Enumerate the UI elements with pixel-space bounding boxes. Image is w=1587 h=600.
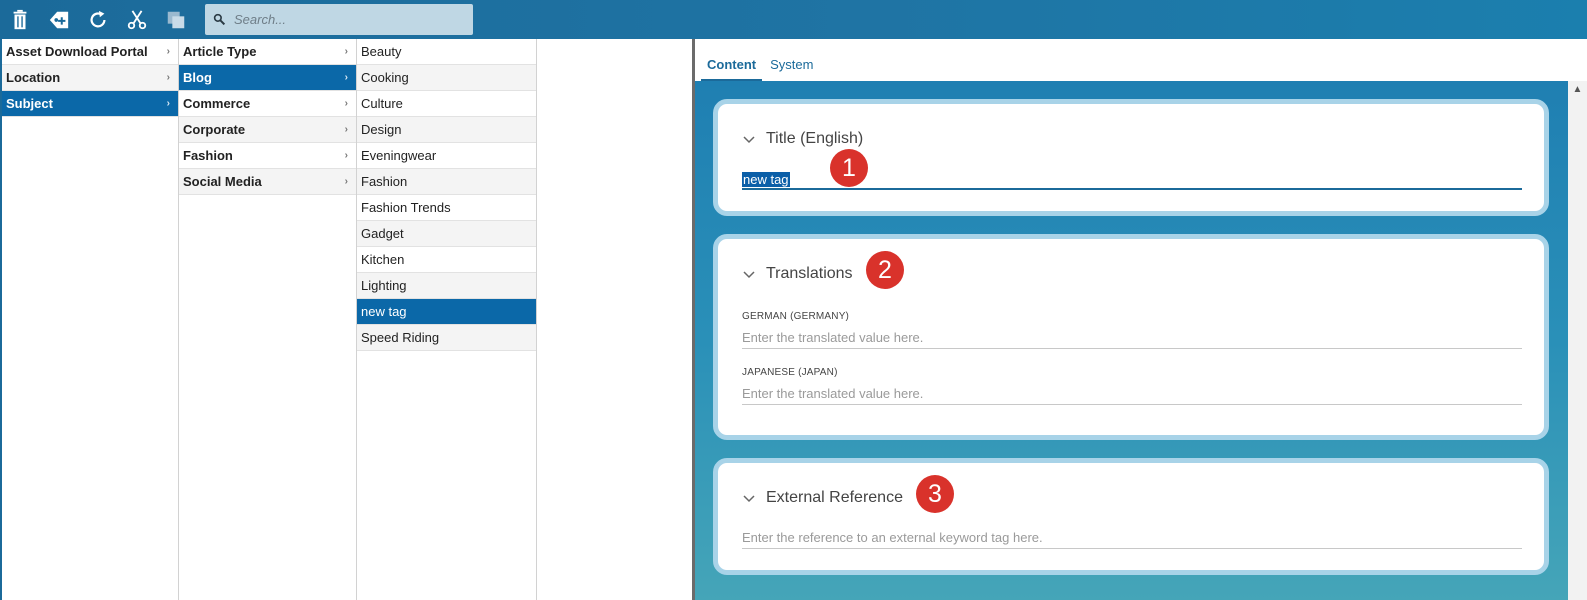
title-card: Title (English) 1 new tag (713, 99, 1549, 216)
column-item[interactable]: Design (357, 117, 536, 143)
chevron-right-icon: › (166, 46, 170, 57)
copy-icon (167, 11, 184, 28)
title-value[interactable]: new tag (742, 172, 790, 187)
german-field[interactable]: Enter the translated value here. (742, 327, 1522, 349)
step-badge: 2 (866, 251, 904, 289)
external-reference-placeholder: Enter the reference to an external keywo… (742, 530, 1043, 545)
japanese-field[interactable]: Enter the translated value here. (742, 383, 1522, 405)
column-item[interactable]: Fashion › (179, 143, 356, 169)
chevron-right-icon: › (344, 98, 348, 109)
column-item[interactable]: Fashion (357, 169, 536, 195)
column-subject: Article Type › Blog › Commerce › Corpora… (179, 39, 357, 600)
chevron-right-icon: › (344, 176, 348, 187)
delete-button[interactable] (0, 0, 39, 39)
add-tag-button[interactable] (39, 0, 78, 39)
chevron-right-icon: › (344, 124, 348, 135)
column-item[interactable]: Cooking (357, 65, 536, 91)
chevron-down-icon (743, 136, 755, 144)
tag-editor-panel: Content System Title (English) 1 new tag (692, 39, 1587, 600)
external-reference-card-heading: External Reference (766, 489, 903, 506)
tab-content[interactable]: Content (701, 57, 763, 81)
japanese-label: JAPANESE (JAPAN) (742, 367, 838, 378)
column-item[interactable]: Subject › (2, 91, 178, 117)
refresh-button[interactable] (78, 0, 117, 39)
editor-content: Title (English) 1 new tag Translations 2… (695, 81, 1587, 600)
column-item[interactable]: Location › (2, 65, 178, 91)
column-item[interactable]: Culture (357, 91, 536, 117)
column-item[interactable]: Fashion Trends (357, 195, 536, 221)
column-empty (537, 39, 692, 600)
add-tag-icon (49, 11, 68, 28)
column-item[interactable]: Kitchen (357, 247, 536, 273)
column-item[interactable]: Beauty (357, 39, 536, 65)
japanese-placeholder: Enter the translated value here. (742, 386, 924, 401)
title-card-heading: Title (English) (766, 130, 864, 147)
chevron-right-icon: › (166, 98, 170, 109)
column-blog: Beauty Cooking Culture Design Eveningwea… (357, 39, 537, 600)
column-item[interactable]: Lighting (357, 273, 536, 299)
refresh-icon (90, 10, 106, 27)
chevron-down-icon (743, 271, 755, 279)
translations-card-header[interactable]: Translations (742, 265, 853, 283)
toolbar (0, 0, 1587, 39)
chevron-right-icon: › (344, 72, 348, 83)
cut-icon (127, 9, 146, 29)
column-item[interactable]: Corporate › (179, 117, 356, 143)
external-reference-card: External Reference 3 Enter the reference… (713, 458, 1549, 575)
tab-system[interactable]: System (764, 57, 819, 81)
title-field[interactable]: new tag (742, 168, 1522, 190)
column-item[interactable]: Speed Riding (357, 325, 536, 351)
search-input[interactable] (234, 12, 454, 27)
search-box[interactable] (205, 4, 473, 35)
trash-icon (13, 9, 26, 29)
column-item[interactable]: Asset Download Portal › (2, 39, 178, 65)
chevron-down-icon (743, 495, 755, 503)
translations-card-heading: Translations (766, 265, 853, 282)
scrollbar[interactable]: ▲ (1568, 81, 1587, 600)
translations-card: Translations 2 GERMAN (GERMANY) Enter th… (713, 234, 1549, 440)
column-item[interactable]: Blog › (179, 65, 356, 91)
column-item[interactable]: Commerce › (179, 91, 356, 117)
external-reference-field[interactable]: Enter the reference to an external keywo… (742, 527, 1522, 549)
cut-button[interactable] (117, 0, 156, 39)
column-item[interactable]: Gadget (357, 221, 536, 247)
column-item[interactable]: new tag (357, 299, 536, 325)
chevron-right-icon: › (344, 46, 348, 57)
scroll-up-icon[interactable]: ▲ (1572, 85, 1583, 95)
title-card-header[interactable]: Title (English) (742, 130, 863, 148)
column-item[interactable]: Eveningwear (357, 143, 536, 169)
step-badge: 3 (916, 475, 954, 513)
tab-bar: Content System (695, 39, 1587, 81)
column-item[interactable]: Social Media › (179, 169, 356, 195)
search-icon (213, 13, 226, 26)
column-item[interactable]: Article Type › (179, 39, 356, 65)
copy-button[interactable] (156, 0, 195, 39)
german-label: GERMAN (GERMANY) (742, 311, 850, 322)
external-reference-card-header[interactable]: External Reference (742, 489, 903, 507)
column-root: Asset Download Portal › Location › Subje… (0, 39, 179, 600)
chevron-right-icon: › (166, 72, 170, 83)
chevron-right-icon: › (344, 150, 348, 161)
german-placeholder: Enter the translated value here. (742, 330, 924, 345)
